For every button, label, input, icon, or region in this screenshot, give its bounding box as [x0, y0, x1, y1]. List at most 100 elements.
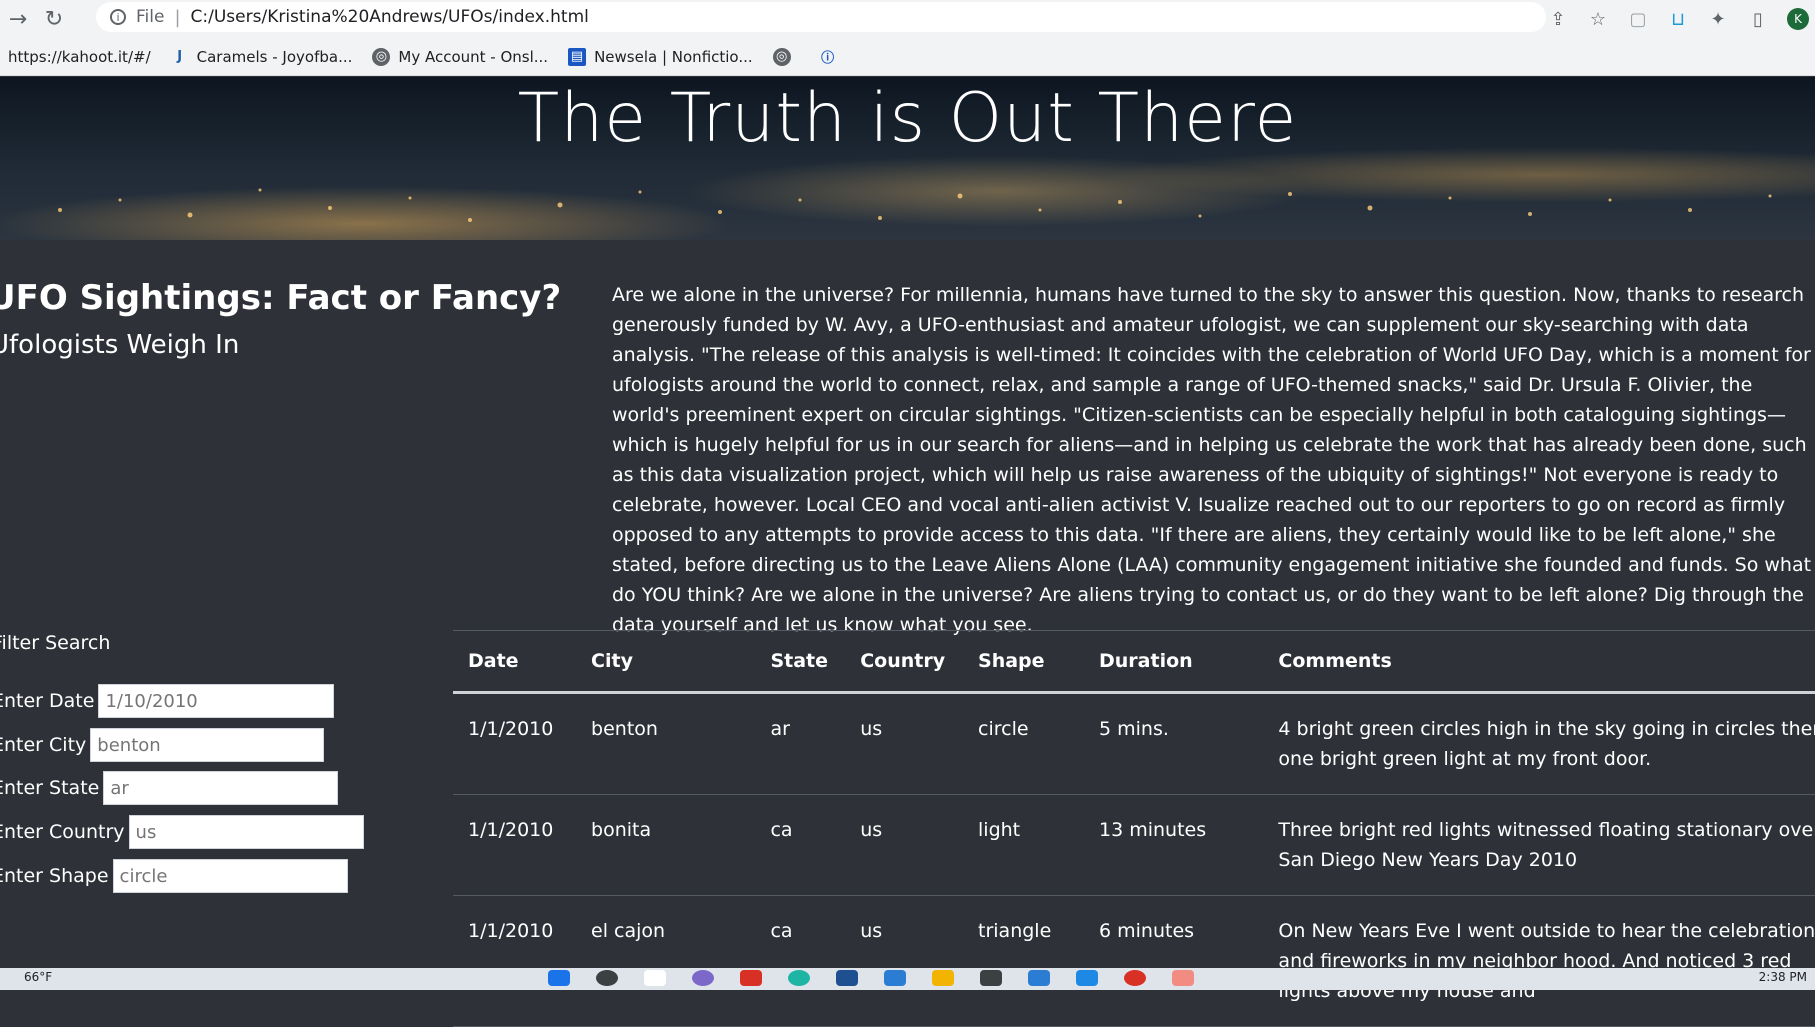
extension-icon[interactable]: ▢	[1627, 8, 1649, 30]
extension-cup-icon[interactable]: ⊔	[1667, 8, 1689, 30]
bookmark-globe[interactable]: ◎	[772, 47, 799, 66]
table-row: 1/1/2010 el cajon ca us triangle 6 minut…	[453, 895, 1815, 1027]
edge-icon[interactable]	[788, 970, 810, 986]
cell-state: ca	[755, 895, 846, 1027]
cell-shape: triangle	[963, 895, 1084, 1027]
table-row: 1/1/2010 bonita ca us light 13 minutes T…	[453, 794, 1815, 896]
newsela-icon: ▤	[568, 47, 587, 66]
download-icon[interactable]	[1028, 970, 1050, 986]
cell-state: ca	[755, 794, 846, 896]
cell-duration: 13 minutes	[1084, 794, 1264, 896]
os-taskbar: 66°F 2:38 PM	[0, 968, 1815, 990]
cell-city: benton	[576, 692, 756, 795]
cell-date: 1/1/2010	[453, 895, 577, 1027]
column-header-city: City	[576, 630, 756, 694]
filter-shape-label: Enter Shape	[0, 865, 109, 887]
bookmark-label: https://kahoot.it/#/	[8, 47, 151, 66]
country-filter-input[interactable]	[128, 815, 364, 849]
address-bar[interactable]: i File | C:/Users/Kristina%20Andrews/UFO…	[96, 2, 1546, 32]
filter-city-label: Enter City	[0, 734, 87, 756]
bookmark-newsela[interactable]: ▤ Newsela | Nonfictio...	[568, 47, 753, 66]
cell-country: us	[845, 794, 964, 896]
vscode-icon[interactable]	[1076, 970, 1098, 986]
table-header-row: Date City State Country Shape Duration C…	[453, 630, 1815, 694]
bookmark-caramels[interactable]: J Caramels - Joyofba...	[171, 47, 353, 66]
earth-lights-graphic	[58, 188, 1772, 222]
column-header-shape: Shape	[963, 630, 1084, 694]
bookmark-kahoot[interactable]: https://kahoot.it/#/	[8, 48, 151, 66]
app-icon[interactable]	[1172, 970, 1194, 986]
folder-icon[interactable]	[932, 970, 954, 986]
start-icon[interactable]	[548, 970, 570, 986]
hero-title: The Truth is Out There	[517, 79, 1298, 158]
bookmark-my-account[interactable]: ◎ My Account - Onsl...	[372, 47, 549, 66]
column-header-country: Country	[845, 630, 964, 694]
bookmarks-bar: https://kahoot.it/#/ J Caramels - Joyofb…	[0, 38, 1815, 76]
filter-country-row: Enter Country	[0, 814, 364, 850]
shape-filter-input[interactable]	[112, 859, 348, 893]
toolbar-right-icons: ⇪ ☆ ▢ ⊔ ✦ ▯ K	[1547, 0, 1815, 38]
state-filter-input[interactable]	[103, 771, 339, 805]
bookmark-info[interactable]: ⓘ	[819, 48, 845, 66]
filter-country-label: Enter Country	[0, 821, 125, 843]
cell-city: bonita	[576, 794, 756, 896]
extensions-puzzle-icon[interactable]: ✦	[1707, 8, 1729, 30]
filter-state-row: Enter State	[0, 770, 339, 806]
url-separator: |	[174, 6, 181, 28]
search-icon[interactable]	[596, 970, 618, 986]
filter-title: Filter Search	[0, 632, 111, 654]
bookmark-star-icon[interactable]: ☆	[1587, 8, 1609, 30]
calendar-icon[interactable]	[884, 970, 906, 986]
cell-country: us	[845, 692, 964, 795]
terminal-icon[interactable]	[980, 970, 1002, 986]
forward-icon[interactable]: →	[0, 0, 36, 38]
cell-shape: circle	[963, 692, 1084, 795]
joyofbaking-icon: J	[177, 49, 183, 64]
filter-date-row: Enter Date	[0, 683, 335, 719]
table-row: 1/1/2010 benton ar us circle 5 mins. 4 b…	[453, 692, 1815, 795]
chat-icon[interactable]	[692, 970, 714, 986]
column-header-state: State	[755, 630, 846, 694]
page-title: UFO Sightings: Fact or Fancy?	[0, 278, 562, 318]
clock[interactable]: 2:38 PM	[1759, 970, 1807, 984]
cell-comments: Three bright red lights witnessed floati…	[1263, 794, 1815, 896]
share-icon[interactable]: ⇪	[1547, 8, 1569, 30]
cell-country: us	[845, 895, 964, 1027]
cell-state: ar	[755, 692, 846, 795]
bookmark-label: Newsela | Nonfictio...	[594, 47, 753, 66]
cell-duration: 5 mins.	[1084, 692, 1264, 795]
column-header-date: Date	[453, 630, 577, 694]
cell-comments: 4 bright green circles high in the sky g…	[1263, 692, 1815, 795]
cell-date: 1/1/2010	[453, 692, 577, 795]
article-text: Are we alone in the universe? For millen…	[612, 284, 1812, 636]
mail-icon[interactable]	[740, 970, 762, 986]
column-header-duration: Duration	[1084, 630, 1264, 694]
cell-shape: light	[963, 794, 1084, 896]
filter-state-label: Enter State	[0, 777, 100, 799]
filter-city-row: Enter City	[0, 727, 325, 763]
file-label: File	[136, 7, 165, 27]
column-header-comments: Comments	[1263, 630, 1815, 694]
store-icon[interactable]	[836, 970, 858, 986]
cell-comments: On New Years Eve I went outside to hear …	[1263, 895, 1815, 1027]
city-filter-input[interactable]	[90, 728, 325, 762]
file-icon[interactable]	[644, 970, 666, 986]
browser-toolbar: → ↻ i File | C:/Users/Kristina%20Andrews…	[0, 0, 1815, 38]
taskbar-icons	[548, 970, 1194, 986]
cell-date: 1/1/2010	[453, 794, 577, 896]
globe-icon: ◎	[372, 47, 391, 66]
filter-date-label: Enter Date	[0, 690, 95, 712]
globe-icon: ◎	[772, 47, 791, 66]
side-panel-icon[interactable]: ▯	[1747, 8, 1769, 30]
url-text[interactable]: C:/Users/Kristina%20Andrews/UFOs/index.h…	[191, 7, 589, 27]
date-filter-input[interactable]	[98, 684, 335, 718]
chrome-icon[interactable]	[1124, 970, 1146, 986]
site-info-icon[interactable]: i	[110, 9, 126, 25]
reload-icon[interactable]: ↻	[36, 0, 72, 38]
bookmark-label: My Account - Onsl...	[398, 47, 549, 66]
page-subtitle: Ufologists Weigh In	[0, 330, 240, 360]
bookmark-label: Caramels - Joyofba...	[196, 47, 353, 66]
weather-temperature[interactable]: 66°F	[24, 970, 52, 984]
cell-duration: 6 minutes	[1084, 895, 1264, 1027]
profile-avatar[interactable]: K	[1787, 8, 1809, 30]
